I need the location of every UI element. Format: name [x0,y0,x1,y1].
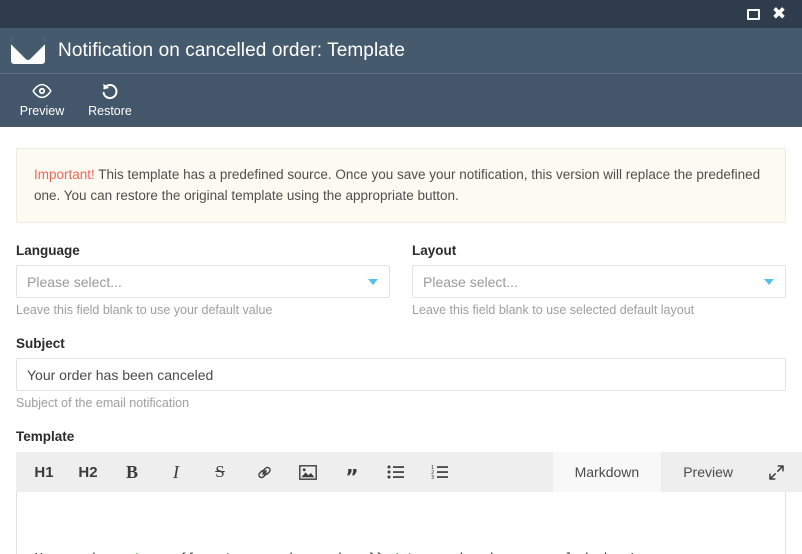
subject-label: Subject [16,336,65,351]
markdown-code-area[interactable]: Your order <strong>{{ customer_order.num… [16,492,786,554]
close-button[interactable]: ✖ [766,1,792,27]
subject-input[interactable]: Your order has been canceled [16,358,786,391]
layout-help-text: Leave this field blank to use selected d… [412,303,695,317]
heading-2-button[interactable]: H2 [76,452,100,492]
code-tag: <strong> [118,550,179,554]
chevron-down-icon [368,278,378,285]
code-segment: {{ customer_order.number }} [179,550,384,554]
app-header: Notification on cancelled order: Templat… [0,28,802,74]
code-line-1: Your order <strong>{{ customer_order.num… [35,547,785,554]
restore-action-label: Restore [88,104,132,118]
tab-preview[interactable]: Preview [661,452,755,492]
language-layout-row: Language Please select... Leave this fie… [16,243,786,317]
italic-button[interactable]: I [164,452,188,492]
fullscreen-button[interactable] [755,452,802,492]
important-notice: Important! This template has a predefine… [16,148,786,223]
maximize-button[interactable] [740,1,766,27]
notice-message: This template has a predefined source. O… [34,167,761,203]
blockquote-button[interactable]: ” [340,452,364,492]
chevron-down-icon [764,278,774,285]
heading-1-button[interactable]: H1 [32,452,56,492]
main-content: Important! This template has a predefine… [0,148,802,554]
layout-label: Layout [412,243,457,258]
language-field-group: Language Please select... Leave this fie… [16,243,390,317]
numbered-list-button[interactable]: 1 2 3 [428,452,452,492]
language-select-placeholder: Please select... [27,273,122,290]
close-icon: ✖ [771,3,787,24]
tab-markdown[interactable]: Markdown [552,452,662,492]
code-segment: has been canceled.<br /> [452,550,642,554]
subject-input-value: Your order has been canceled [27,366,214,383]
image-icon [299,464,317,480]
language-label: Language [16,243,80,258]
window-titlebar: ✖ [0,0,802,28]
bullet-list-icon [387,465,404,479]
strikethrough-button[interactable]: S [208,452,232,492]
template-field-group: Template H1 H2 B I S ” 1 2 3 Markdown Pr… [16,429,802,554]
restore-icon [100,79,120,102]
eye-icon [31,79,53,102]
code-tag: </strong> [384,550,452,554]
preview-action-label: Preview [19,104,65,118]
image-button[interactable] [296,452,320,492]
format-tools: H1 H2 B I S ” 1 2 3 [16,452,553,492]
restore-action-button[interactable]: Restore [76,79,144,118]
notice-prefix: Important! [34,167,95,182]
maximize-icon [746,8,760,20]
link-button[interactable] [252,452,276,492]
code-segment: Your order [35,550,118,554]
layout-select-placeholder: Please select... [423,273,518,290]
link-icon [257,466,271,478]
numbered-list-icon: 1 2 3 [431,465,448,479]
subject-help-text: Subject of the email notification [16,396,190,410]
markdown-toolbar: H1 H2 B I S ” 1 2 3 Markdown Preview [16,452,802,492]
layout-field-group: Layout Please select... Leave this field… [412,243,786,317]
template-label: Template [16,429,75,444]
language-select[interactable]: Please select... [16,265,390,298]
editor-mode-tabs: Markdown Preview [552,452,802,492]
subject-field-group: Subject Your order has been canceled Sub… [16,336,786,410]
envelope-icon [11,37,45,64]
language-help-text: Leave this field blank to use your defau… [16,303,273,317]
bold-button[interactable]: B [120,452,144,492]
markdown-editor: H1 H2 B I S ” 1 2 3 Markdown Preview [16,452,802,554]
fullscreen-icon [769,464,784,480]
action-toolbar: Preview Restore [0,74,802,127]
svg-text:3: 3 [431,475,434,479]
bullet-list-button[interactable] [384,452,408,492]
page-title: Notification on cancelled order: Templat… [58,39,405,61]
layout-select[interactable]: Please select... [412,265,786,298]
preview-action-button[interactable]: Preview [8,79,76,118]
